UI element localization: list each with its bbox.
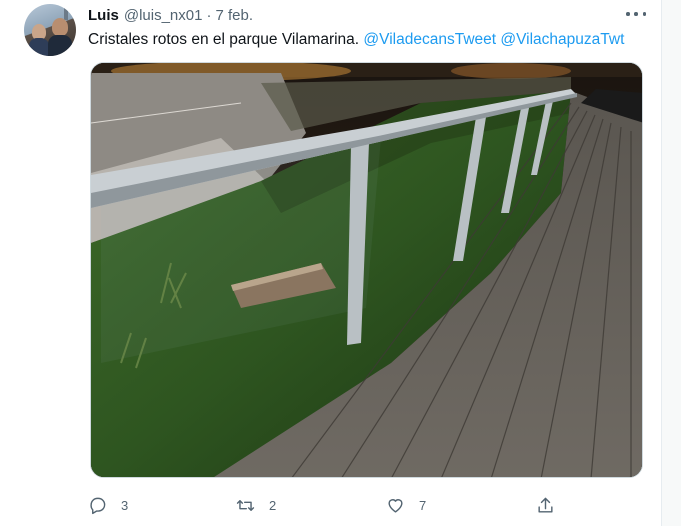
park-photo-image (91, 63, 642, 477)
tweet-photo[interactable] (90, 62, 643, 478)
retweet-count: 2 (269, 497, 277, 513)
more-options-icon[interactable] (626, 6, 646, 22)
user-avatar[interactable] (24, 4, 76, 56)
retweet-button[interactable]: 2 (236, 493, 276, 517)
author-name[interactable]: Luis (88, 7, 119, 24)
like-button[interactable]: 7 (386, 493, 426, 517)
like-count: 7 (419, 497, 427, 513)
tweet-date[interactable]: 7 feb. (215, 7, 253, 24)
tweet-card[interactable]: Luis @luis_nx01 · 7 feb. Cristales rotos… (0, 0, 662, 526)
retweet-icon (236, 499, 255, 511)
tweet-text: Cristales rotos en el parque Vilamarina.… (88, 30, 658, 50)
reply-icon (90, 497, 106, 514)
tweet-header: Luis @luis_nx01 · 7 feb. (88, 5, 253, 25)
heart-icon (388, 498, 403, 513)
share-icon (538, 497, 553, 513)
share-button[interactable] (536, 493, 569, 517)
separator-dot: · (206, 6, 212, 24)
mention-vilachapuza[interactable]: @VilachapuzaTwt (500, 31, 624, 48)
reply-button[interactable]: 3 (88, 493, 128, 517)
reply-count: 3 (121, 497, 129, 513)
tweet-actions: 3 2 7 (88, 493, 568, 517)
tweet-body: Cristales rotos en el parque Vilamarina. (88, 31, 360, 48)
mention-viladecans[interactable]: @ViladecansTweet (363, 31, 496, 48)
author-handle[interactable]: @luis_nx01 (124, 7, 203, 24)
